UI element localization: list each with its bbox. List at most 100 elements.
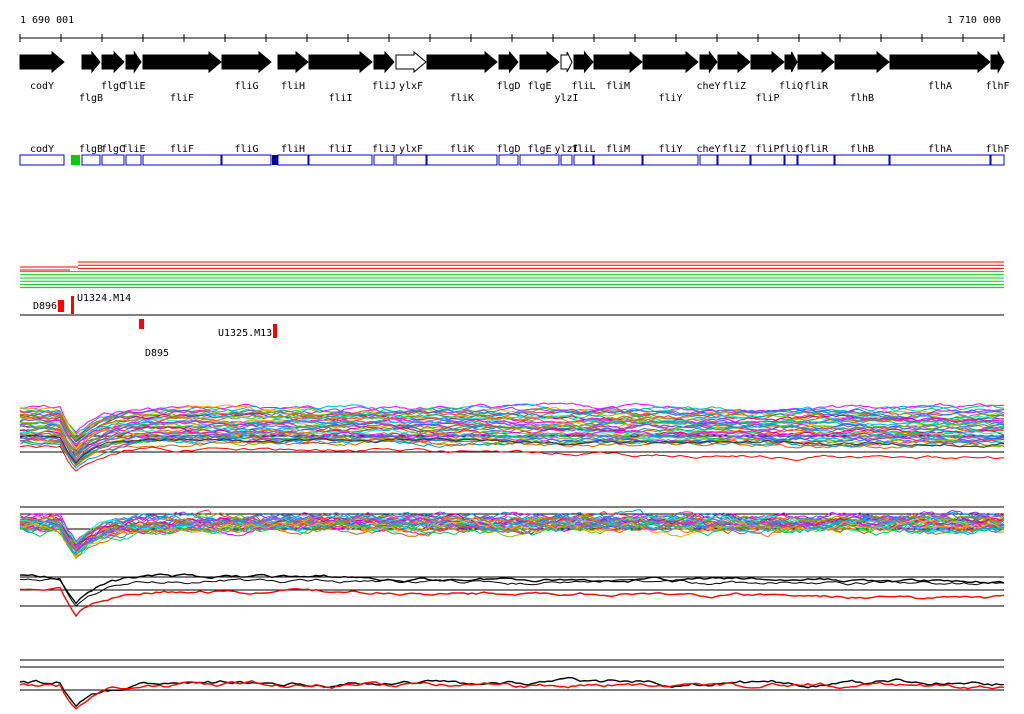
feature-label-d896: D896 [33, 301, 57, 312]
gene-arrow-flih[interactable] [277, 50, 309, 74]
gene-box-ylxf[interactable] [395, 154, 427, 166]
gene-arrow-flip[interactable] [750, 50, 785, 74]
gene-arrow-flge[interactable] [519, 50, 560, 74]
gene-box-flij[interactable] [373, 154, 395, 166]
gene-box-label-flge: flgE [527, 144, 551, 155]
gene-arrow-flgb[interactable] [81, 50, 101, 74]
gene-arrow-flim[interactable] [593, 50, 643, 74]
gene-box-flif[interactable] [142, 154, 222, 166]
gene-box-flii[interactable] [308, 154, 373, 166]
feature-marker[interactable] [139, 319, 144, 329]
gene-box-flgb[interactable] [81, 154, 101, 166]
expression-summary-track-3 [19, 573, 1005, 618]
gene-box-label-flil: fliL [571, 144, 595, 155]
gene-box-chey[interactable] [699, 154, 718, 166]
gene-label-ylzi: ylzI [554, 93, 578, 104]
gene-label-flha: flhA [928, 81, 952, 92]
gene-box-label-flih: fliH [281, 144, 305, 155]
gene-box-label-flip: fliP [755, 144, 779, 155]
feature-label-d895: D895 [145, 348, 169, 359]
gene-arrow-flig[interactable] [221, 50, 272, 74]
gene-arrow-flha[interactable] [889, 50, 991, 74]
gene-label-chey: cheY [696, 81, 720, 92]
expression-profile-track-1 [19, 402, 1005, 472]
gene-label-cody: codY [30, 81, 54, 92]
gene-box-flgd[interactable] [498, 154, 519, 166]
gene-arrow-chey[interactable] [699, 50, 718, 74]
gene-label-flif: fliF [170, 93, 194, 104]
feature-marker[interactable] [71, 296, 74, 314]
gene-arrow-fliy[interactable] [642, 50, 699, 74]
gene-box-cody[interactable] [19, 154, 65, 166]
gene-box-track[interactable]: codY flgBflgCfliE fliF fliG fliH fliI fliJ ylxF… [19, 144, 1010, 166]
gene-box-flih[interactable] [277, 154, 309, 166]
gene-arrow-flgc[interactable] [101, 50, 125, 74]
gene-label-flim: fliM [606, 81, 630, 92]
gene-box-fliz[interactable] [717, 154, 751, 166]
gene-label-flge: flgE [527, 81, 551, 92]
coordinate-ruler: 1 690 001 1 710 000 [19, 15, 1005, 42]
gene-arrow-track[interactable]: codYflgBflgCfliEfliFfliG fliHfliIfliJ ylxF… [19, 50, 1010, 104]
gene-arrow-flhf[interactable] [990, 50, 1005, 74]
gene-label-fliz: fliZ [722, 81, 746, 92]
gene-label-flih: fliH [281, 81, 305, 92]
gene-arrow-flhb[interactable] [834, 50, 890, 74]
gene-box-label-fliy: fliY [658, 144, 682, 155]
gene-box-mark-blue [272, 155, 278, 165]
gene-box-ylzi[interactable] [560, 154, 573, 166]
gene-box-flig[interactable] [221, 154, 272, 166]
gene-label-flhb: flhB [850, 93, 874, 104]
gene-arrow-fliq[interactable] [784, 51, 798, 73]
ruler-end-label: 1 710 000 [947, 15, 1001, 26]
gene-box-flip[interactable] [750, 154, 785, 166]
gene-arrow-flir[interactable] [797, 50, 835, 74]
gene-box-flie[interactable] [125, 154, 142, 166]
gene-label-fliq: fliQ [779, 81, 803, 92]
expression-series-line [19, 445, 1005, 472]
gene-box-fliq[interactable] [784, 154, 798, 166]
feature-marker[interactable] [273, 324, 277, 338]
gene-box-label-flim: fliM [606, 144, 630, 155]
expression-summary-line-red [19, 586, 1005, 618]
feature-marker-track[interactable]: D896 U1324.M14 D895 U1325.M13 [20, 293, 1004, 359]
expression-summary-line-black [19, 573, 1005, 605]
gene-box-label-chey: cheY [696, 144, 720, 155]
gene-arrow-cody[interactable] [19, 50, 65, 74]
gene-box-flgc[interactable] [101, 154, 125, 166]
feature-label-u1325-m13: U1325.M13 [218, 328, 272, 339]
gene-box-label-flif: fliF [170, 144, 194, 155]
gene-box-flge[interactable] [519, 154, 560, 166]
expression-summary-line-black [19, 676, 1005, 708]
gene-arrow-flij[interactable] [373, 50, 395, 74]
expression-profile-track-2 [19, 506, 1005, 560]
gene-arrow-flif[interactable] [142, 50, 222, 74]
gene-box-fliy[interactable] [642, 154, 699, 166]
gene-box-flhb[interactable] [834, 154, 890, 166]
gene-arrow-flil[interactable] [573, 50, 594, 74]
gene-label-flig: fliG [234, 81, 258, 92]
gene-box-flik[interactable] [426, 154, 498, 166]
gene-arrow-flik[interactable] [426, 50, 498, 74]
gene-box-label-flig: fliG [234, 144, 258, 155]
gene-arrow-flii[interactable] [308, 50, 373, 74]
gene-box-label-flie: fliE [121, 144, 145, 155]
gene-box-label-flhb: flhB [850, 144, 874, 155]
gene-box-flhf[interactable] [990, 154, 1005, 166]
gene-arrow-flgd[interactable] [498, 50, 519, 74]
gene-box-flha[interactable] [889, 154, 991, 166]
gene-box-label-flir: fliR [804, 144, 829, 155]
gene-box-label-flgd: flgD [496, 144, 520, 155]
gene-box-label-flha: flhA [928, 144, 952, 155]
gene-arrow-ylzi[interactable] [560, 51, 573, 73]
gene-box-label-flhf: flhF [985, 144, 1009, 155]
gene-box-label-ylxf: ylxF [399, 144, 423, 155]
gene-box-flir[interactable] [797, 154, 835, 166]
gene-box-flil[interactable] [573, 154, 594, 166]
gene-arrow-ylxf[interactable] [395, 50, 427, 74]
gene-arrow-fliz[interactable] [717, 50, 751, 74]
gene-label-flik: fliK [450, 93, 474, 104]
feature-marker[interactable] [58, 300, 64, 312]
gene-label-flhf: flhF [985, 81, 1009, 92]
gene-arrow-flie[interactable] [125, 50, 142, 74]
gene-box-flim[interactable] [593, 154, 643, 166]
